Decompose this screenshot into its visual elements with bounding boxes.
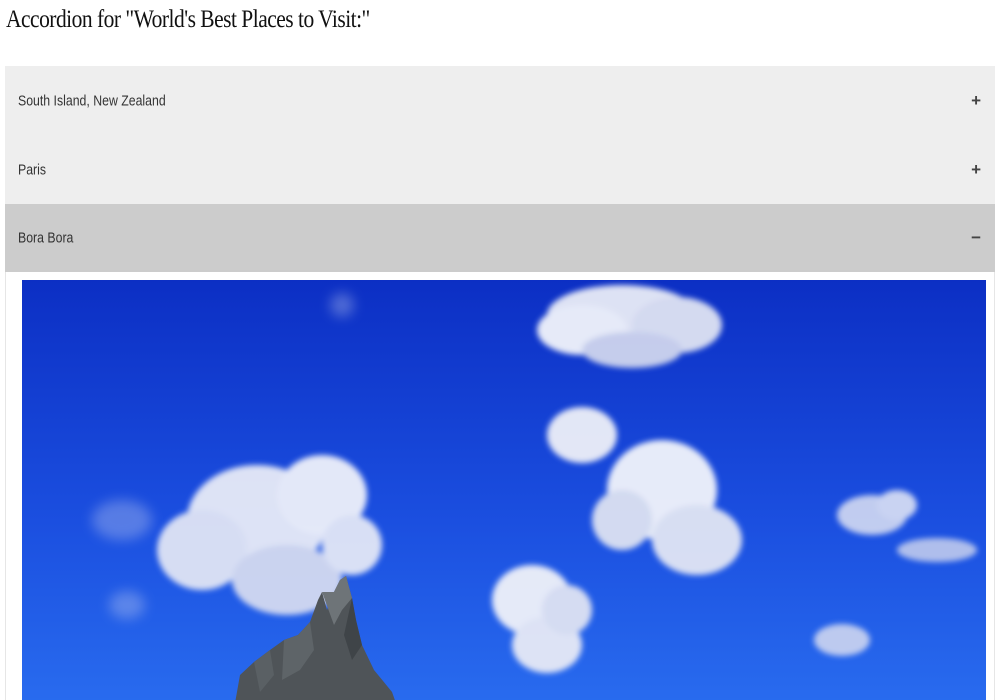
plus-icon: + [971, 90, 981, 110]
accordion: South Island, New Zealand + Paris + Bora… [5, 66, 995, 700]
minus-icon: − [971, 228, 981, 248]
accordion-header-label: Paris [18, 161, 47, 178]
accordion-header-label: Bora Bora [18, 229, 74, 247]
page-title: Accordion for "World's Best Places to Vi… [6, 6, 370, 33]
accordion-panel-bora-bora [5, 272, 995, 700]
plus-icon: + [971, 159, 981, 179]
page: Accordion for "World's Best Places to Vi… [0, 0, 1000, 700]
accordion-header-paris[interactable]: Paris + [5, 135, 995, 204]
accordion-header-bora-bora[interactable]: Bora Bora − [5, 204, 995, 272]
accordion-header-label: South Island, New Zealand [18, 92, 166, 109]
bora-bora-photo [22, 280, 986, 700]
accordion-header-south-island[interactable]: South Island, New Zealand + [5, 66, 995, 135]
